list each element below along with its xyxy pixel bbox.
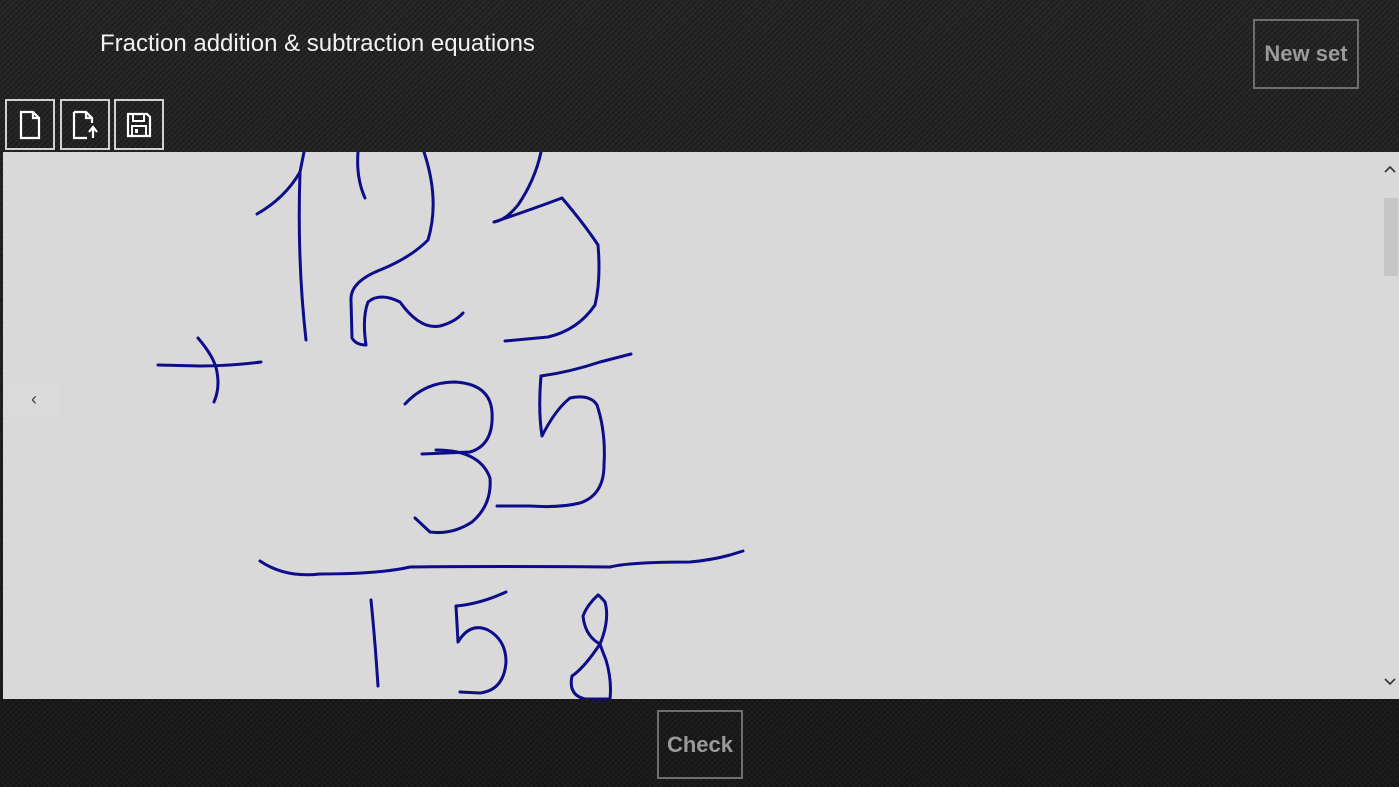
ink-stroke xyxy=(454,590,508,695)
save-icon xyxy=(126,112,152,137)
scroll-up-button[interactable] xyxy=(1381,160,1399,178)
chevron-up-icon xyxy=(1384,165,1396,173)
open-document-icon xyxy=(72,110,98,139)
check-button[interactable]: Check xyxy=(657,710,743,779)
ink-stroke xyxy=(258,549,745,577)
page-title: Fraction addition & subtraction equation… xyxy=(100,30,535,57)
ink-stroke xyxy=(569,593,612,699)
ink-stroke xyxy=(297,170,308,342)
new-set-button[interactable]: New set xyxy=(1253,19,1359,89)
ink-stroke xyxy=(495,374,606,509)
ink-stroke xyxy=(196,336,220,404)
new-document-button[interactable] xyxy=(5,99,55,150)
ink-stroke xyxy=(403,380,494,456)
ink-stroke xyxy=(539,352,633,378)
collapse-panel-button[interactable]: ‹ xyxy=(8,383,60,415)
ink-stroke xyxy=(369,598,380,688)
new-document-icon xyxy=(19,110,41,139)
open-document-button[interactable] xyxy=(60,99,110,150)
ink-stroke xyxy=(356,152,367,200)
save-button[interactable] xyxy=(114,99,164,150)
scroll-down-button[interactable] xyxy=(1381,673,1399,691)
ink-stroke xyxy=(349,152,465,347)
chevron-left-icon: ‹ xyxy=(31,388,37,409)
handwriting-ink xyxy=(156,152,745,699)
ink-stroke xyxy=(492,196,601,343)
ink-stroke xyxy=(492,152,543,224)
ink-canvas[interactable]: ‹ xyxy=(3,152,1399,699)
chevron-down-icon xyxy=(1384,678,1396,686)
ink-stroke xyxy=(156,360,263,368)
scrollbar-thumb[interactable] xyxy=(1384,198,1398,276)
ink-stroke xyxy=(255,152,306,216)
ink-stroke xyxy=(413,448,492,534)
